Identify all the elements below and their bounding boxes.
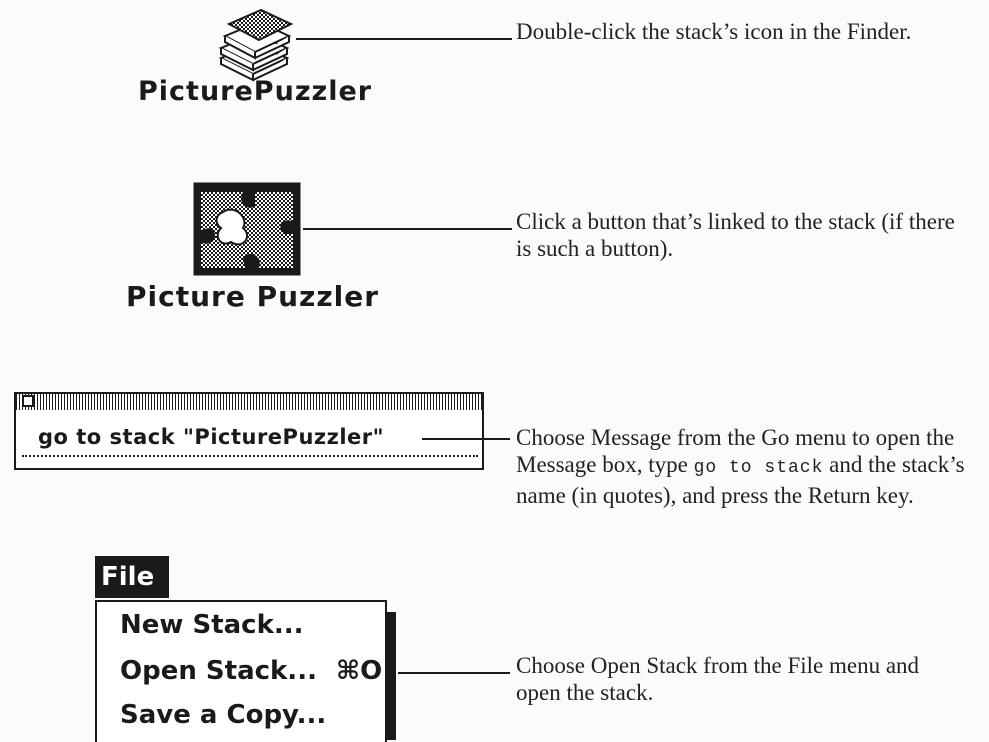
leader-line-step-1: [296, 38, 512, 40]
step-2-caption: Click a button that’s linked to the stac…: [516, 209, 955, 261]
close-box-icon[interactable]: [22, 395, 34, 407]
message-box-title-bar[interactable]: [14, 392, 484, 412]
step-3-caption: Choose Message from the Go menu to open …: [516, 424, 978, 509]
leader-line-step-2: [303, 228, 512, 230]
step-4-caption: Choose Open Stack from the File menu and…: [516, 653, 920, 705]
leader-line-step-4: [398, 672, 510, 674]
menu-item-save-a-copy[interactable]: Save a Copy...: [120, 700, 326, 730]
picture-puzzle-button-icon[interactable]: [193, 182, 301, 276]
stack-icon-label: PicturePuzzler: [138, 76, 373, 107]
step-1-caption: Double-click the stack’s icon in the Fin…: [516, 19, 912, 44]
menu-item-open-stack[interactable]: Open Stack...: [120, 656, 317, 686]
button-label: Picture Puzzler: [126, 280, 380, 313]
message-box-text[interactable]: go to stack "PicturePuzzler": [38, 425, 384, 449]
step-3-caption-code: go to stack: [693, 458, 824, 478]
stack-icon[interactable]: [215, 8, 295, 84]
open-stack-shortcut: ⌘O: [336, 656, 383, 686]
file-menu-title[interactable]: File: [95, 556, 169, 598]
message-box-text-line: [22, 455, 478, 457]
leader-line-step-3: [422, 438, 510, 440]
menu-item-new-stack[interactable]: New Stack...: [120, 610, 304, 640]
